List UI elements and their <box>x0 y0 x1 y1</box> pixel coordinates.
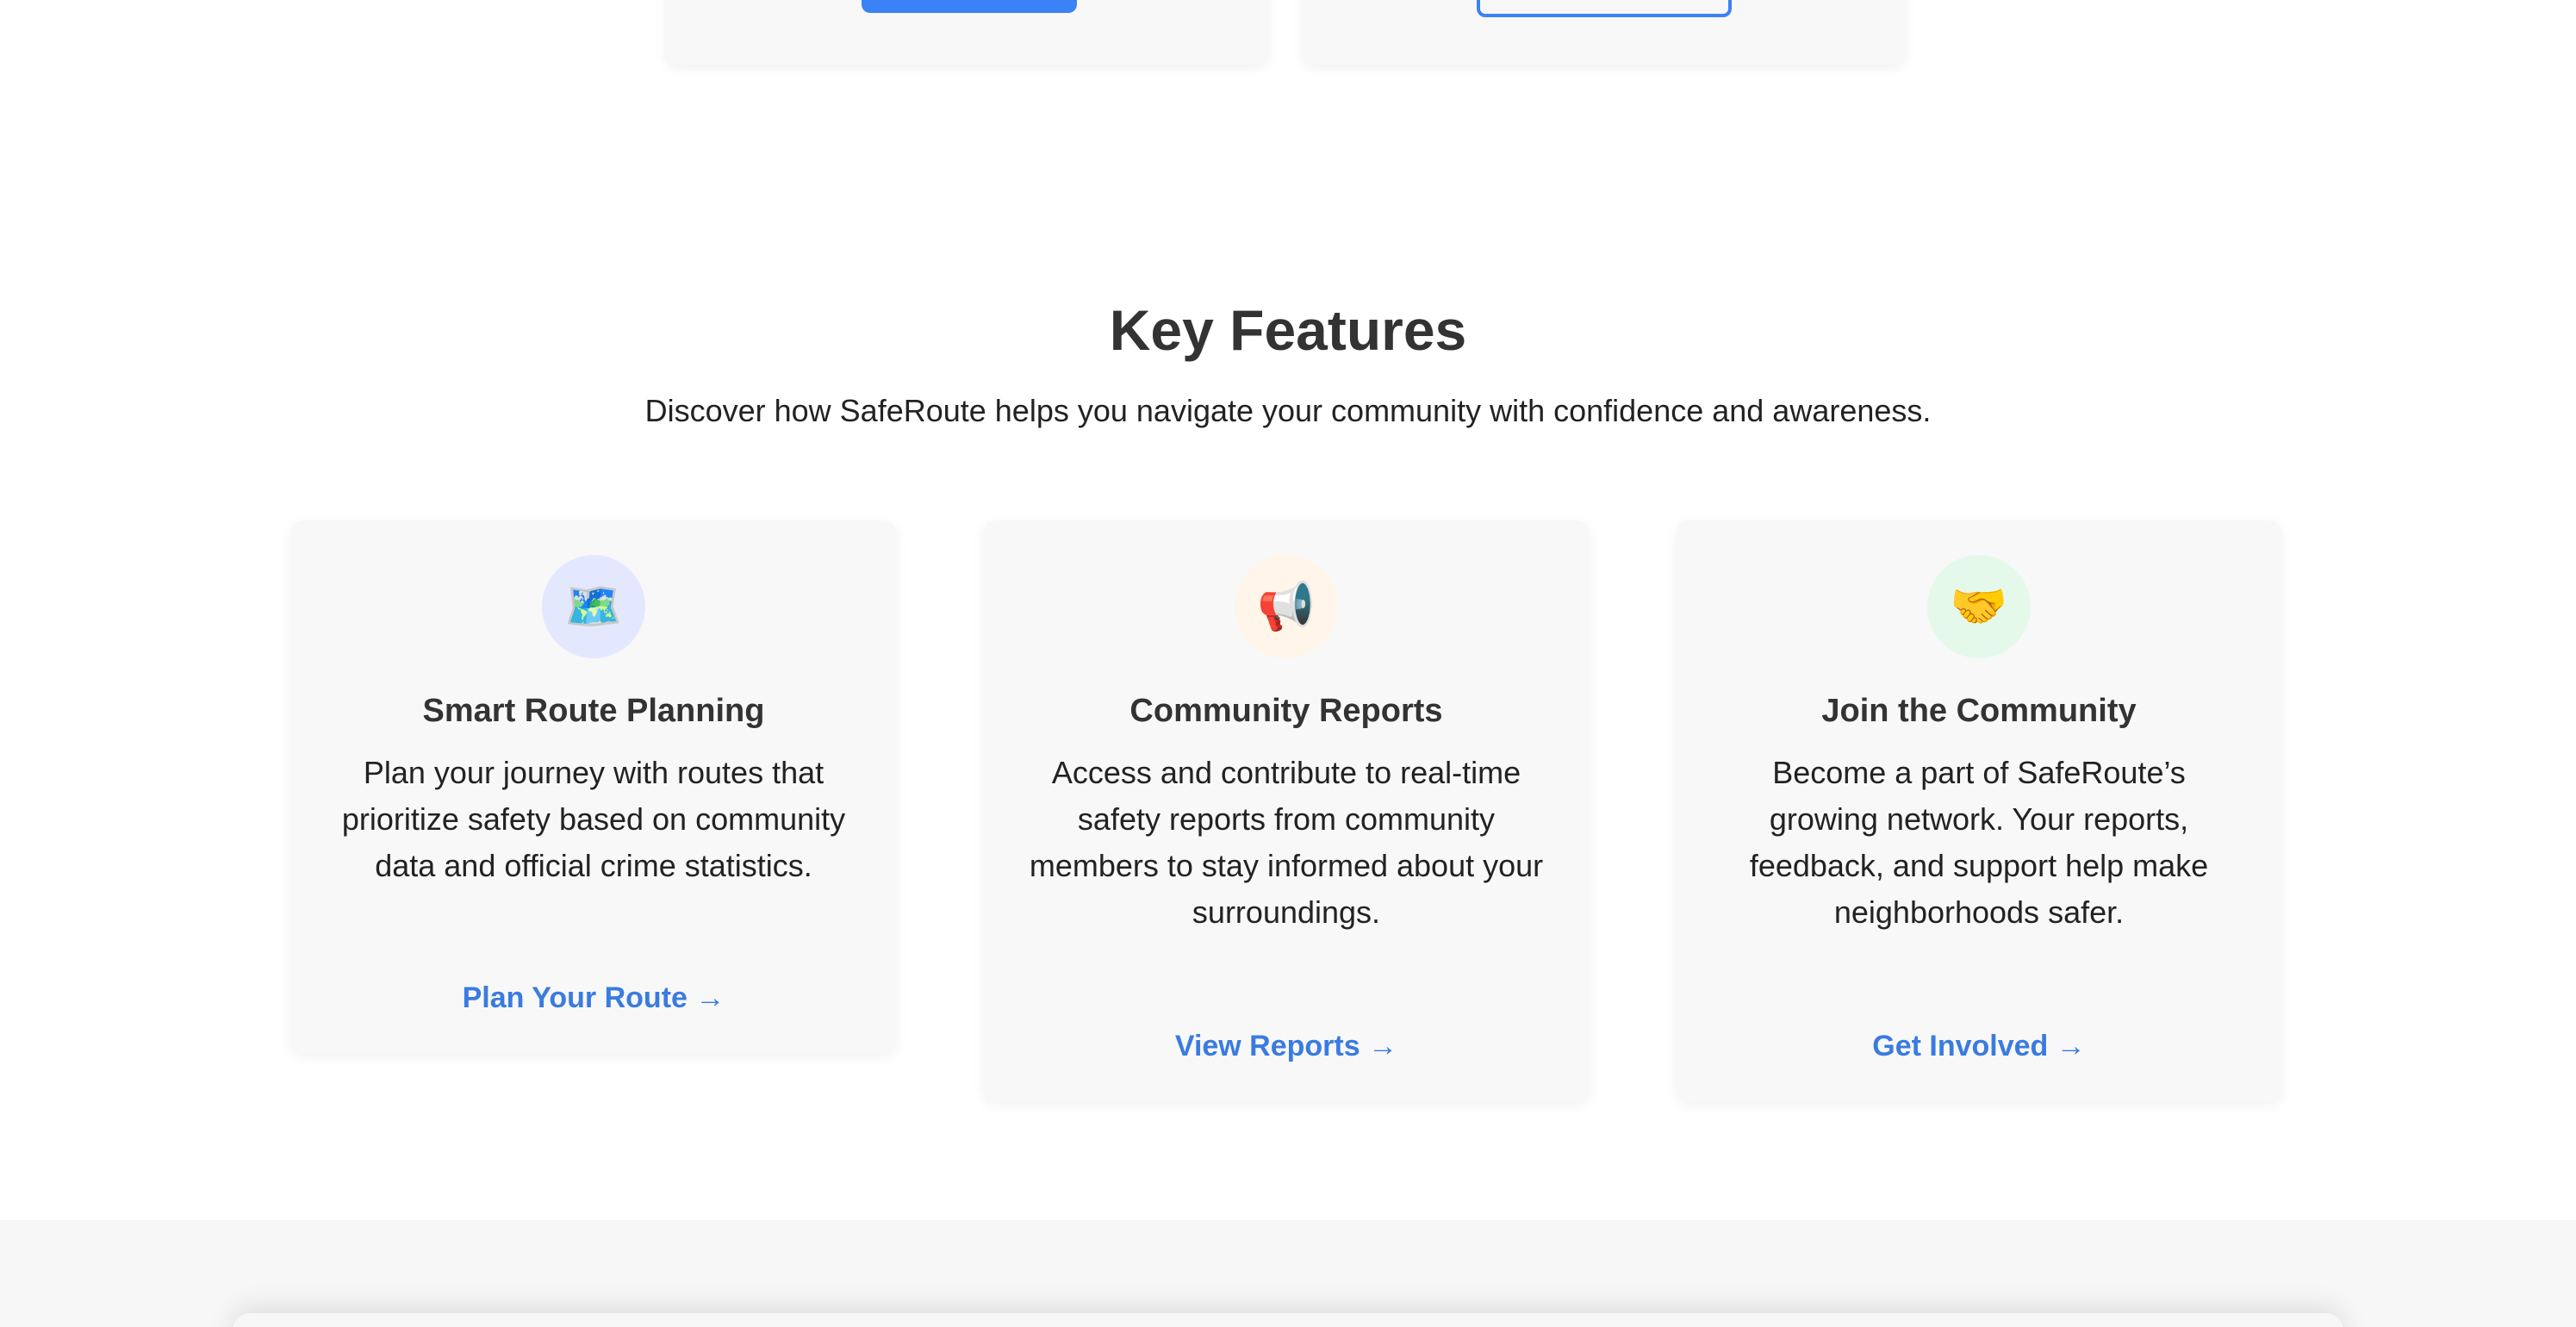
section-subtitle: Discover how SafeRoute helps you navigat… <box>644 393 1932 428</box>
plan-route-link[interactable]: Plan Your Route → <box>291 981 896 1015</box>
view-reports-link[interactable]: View Reports → <box>984 1029 1589 1063</box>
megaphone-icon: 📢 <box>1235 555 1338 658</box>
feature-title: Smart Route Planning <box>422 693 765 729</box>
next-section-band <box>0 1220 2576 1327</box>
feature-description: Plan your journey with routes that prior… <box>341 755 846 883</box>
section-title: Key Features <box>1109 298 1467 362</box>
previous-section-card-left <box>665 0 1268 65</box>
secondary-button-partial[interactable] <box>1477 0 1732 17</box>
previous-section-card-right <box>1303 0 1906 65</box>
get-involved-link[interactable]: Get Involved → <box>1677 1029 2281 1063</box>
map-icon: 🗺️ <box>542 555 645 658</box>
feature-card-route-planning: 🗺️ Smart Route Planning Plan your journe… <box>291 520 896 1053</box>
feature-title: Community Reports <box>1129 693 1443 729</box>
feature-description: Access and contribute to real-time safet… <box>1029 755 1544 930</box>
feature-title: Join the Community <box>1821 693 2137 729</box>
feature-card-join-community: 🤝 Join the Community Become a part of Sa… <box>1677 520 2281 1101</box>
next-section-card <box>233 1313 2343 1327</box>
handshake-icon: 🤝 <box>1927 555 2031 658</box>
feature-card-community-reports: 📢 Community Reports Access and contribut… <box>984 520 1589 1101</box>
feature-description: Become a part of SafeRoute’s growing net… <box>1749 755 2209 930</box>
primary-button-partial[interactable] <box>862 0 1077 13</box>
